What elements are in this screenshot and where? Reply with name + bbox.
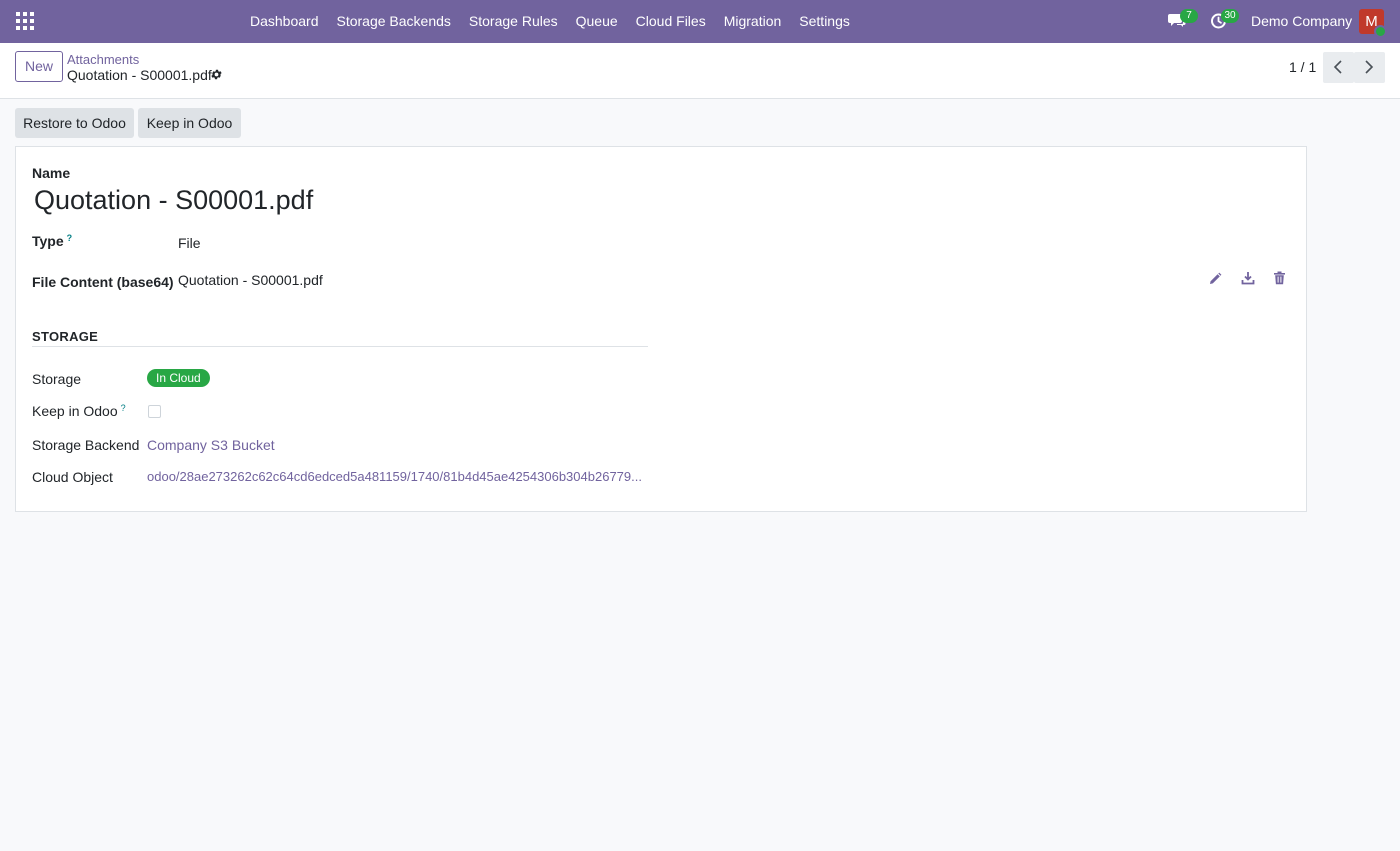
trash-icon[interactable] (1273, 271, 1286, 288)
cloud-object-label: Cloud Object (32, 469, 113, 485)
storage-backend-link[interactable]: Company S3 Bucket (147, 437, 275, 453)
help-tooltip-icon[interactable]: ? (67, 233, 73, 243)
menu-item-settings[interactable]: Settings (790, 0, 859, 43)
breadcrumb-current: Quotation - S00001.pdf (67, 67, 212, 83)
help-tooltip-icon[interactable]: ? (121, 403, 126, 413)
keep-in-odoo-checkbox[interactable] (148, 405, 161, 418)
keep-in-odoo-label: Keep in Odoo? (32, 403, 126, 419)
storage-backend-label: Storage Backend (32, 437, 140, 453)
keep-in-odoo-button[interactable]: Keep in Odoo (138, 108, 241, 138)
gear-icon[interactable] (210, 68, 223, 84)
restore-to-odoo-button[interactable]: Restore to Odoo (15, 108, 134, 138)
messages-badge: 7 (1180, 9, 1198, 23)
main-menu: Dashboard Storage Backends Storage Rules… (241, 0, 859, 43)
pager-value[interactable]: 1 / 1 (1289, 59, 1316, 75)
apps-grid-icon[interactable] (16, 12, 34, 30)
menu-item-dashboard[interactable]: Dashboard (241, 0, 328, 43)
type-field[interactable]: File (178, 235, 201, 251)
storage-label: Storage (32, 371, 82, 387)
pencil-icon[interactable] (1208, 272, 1222, 289)
chevron-right-icon (1365, 60, 1374, 74)
control-panel: New Attachments Quotation - S00001.pdf 1… (0, 43, 1400, 99)
chevron-left-icon (1333, 60, 1342, 74)
keep-in-odoo-label-text: Keep in Odoo (32, 403, 118, 419)
company-switcher[interactable]: Demo Company (1251, 0, 1352, 43)
menu-item-migration[interactable]: Migration (715, 0, 791, 43)
type-label: Type? (32, 233, 72, 249)
form-sheet: Name Quotation - S00001.pdf Type? File F… (15, 146, 1307, 512)
pager-next-button[interactable] (1354, 52, 1385, 83)
download-icon[interactable] (1241, 271, 1255, 288)
menu-item-cloud-files[interactable]: Cloud Files (627, 0, 715, 43)
menu-item-queue[interactable]: Queue (567, 0, 627, 43)
breadcrumb-parent[interactable]: Attachments (67, 52, 139, 67)
cloud-object-link[interactable]: odoo/28ae273262c62c64cd6edced5a481159/17… (147, 469, 642, 484)
pager-previous-button[interactable] (1323, 52, 1354, 83)
type-label-text: Type (32, 233, 64, 249)
section-divider (32, 346, 648, 347)
menu-item-storage-rules[interactable]: Storage Rules (460, 0, 567, 43)
file-content-field[interactable]: Quotation - S00001.pdf (178, 272, 323, 288)
storage-status-badge: In Cloud (147, 369, 210, 387)
storage-section-title: STORAGE (32, 329, 99, 344)
menu-item-storage-backends[interactable]: Storage Backends (328, 0, 460, 43)
new-button[interactable]: New (15, 51, 63, 82)
name-field[interactable]: Quotation - S00001.pdf (34, 185, 313, 216)
top-navbar: Dashboard Storage Backends Storage Rules… (0, 0, 1400, 43)
file-content-label: File Content (base64) (32, 274, 174, 290)
name-label: Name (32, 165, 71, 181)
presence-status-icon (1374, 25, 1387, 38)
activities-badge: 30 (1221, 9, 1239, 23)
